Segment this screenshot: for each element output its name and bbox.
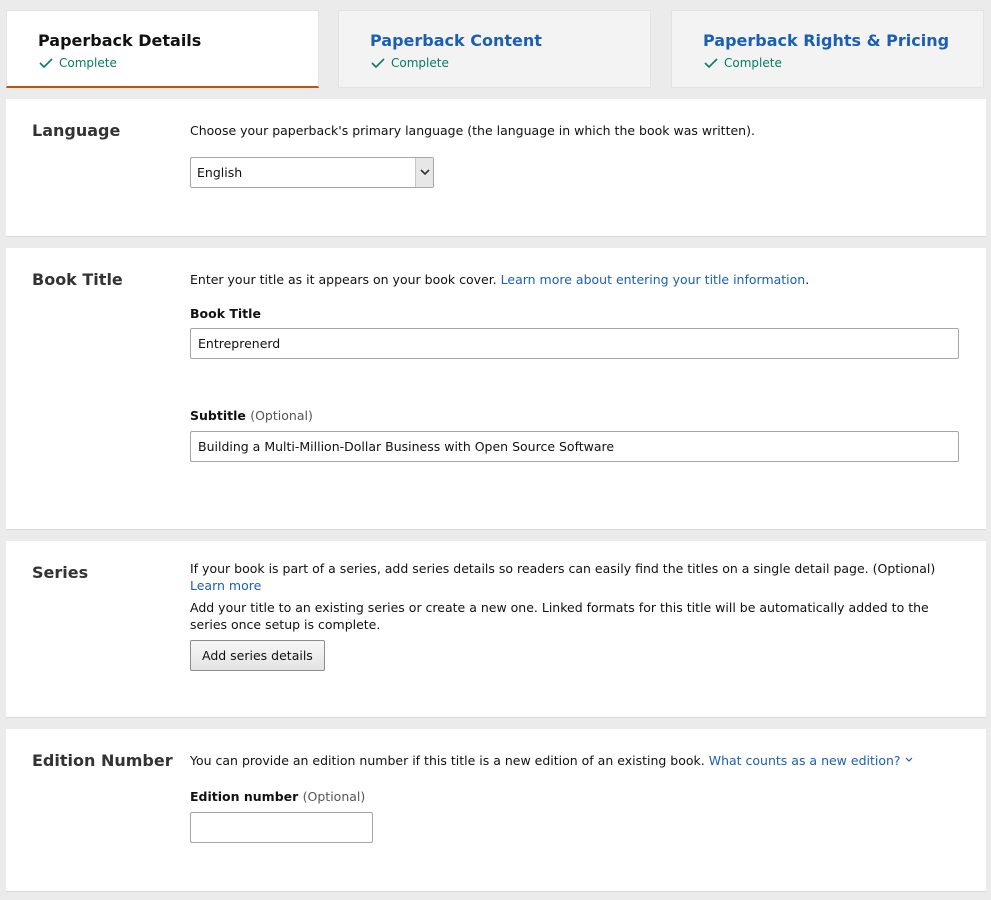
series-description-2: Add your title to an existing series or … [190,600,929,632]
tab-status: Complete [39,56,117,70]
section-title: Language [32,121,121,140]
new-edition-help-link[interactable]: What counts as a new edition? [709,753,913,768]
section-title: Series [32,563,89,582]
edition-description-text: You can provide an edition number if thi… [190,753,705,768]
new-edition-help-text: What counts as a new edition? [708,753,901,768]
tab-status-text: Complete [391,56,449,70]
tab-title: Paperback Rights & Pricing [703,31,950,50]
subtitle-input[interactable]: Building a Multi-Million-Dollar Business… [190,431,959,462]
tab-status-text: Complete [59,56,117,70]
subtitle-label-text: Subtitle [190,408,246,423]
tab-status: Complete [704,56,782,70]
tab-title: Paperback Content [370,31,542,50]
checkmark-icon [704,58,718,68]
chevron-down-icon [905,757,912,762]
edition-label-text: Edition number [190,789,299,804]
series-description: If your book is part of a series, add se… [190,560,960,594]
book-title-description-end: . [805,272,810,287]
section-title: Book Title [32,270,123,289]
chevron-down-icon [415,158,433,187]
section-title: Edition Number [32,751,173,770]
edition-label: Edition number (Optional) [190,789,365,804]
learn-more-title-link[interactable]: Learn more about entering your title inf… [501,272,806,287]
tab-paperback-details[interactable]: Paperback Details Complete [6,10,319,88]
tab-title: Paperback Details [38,31,202,50]
subtitle-optional: (Optional) [250,408,313,423]
book-title-label: Book Title [190,306,261,321]
series-section: Series If your book is part of a series,… [6,541,986,718]
book-title-description-text: Enter your title as it appears on your b… [190,272,497,287]
edition-number-input[interactable] [190,812,373,843]
series-description-text: If your book is part of a series, add se… [190,561,936,576]
language-select-value: English [197,165,243,180]
book-title-input[interactable]: Entreprenerd [190,328,959,359]
book-title-description: Enter your title as it appears on your b… [190,271,960,288]
series-learn-more-link[interactable]: Learn more [190,578,261,593]
checkmark-icon [39,58,53,68]
step-tabs: Paperback Details Complete Paperback Con… [6,10,985,88]
tab-paperback-rights-pricing[interactable]: Paperback Rights & Pricing Complete [671,10,984,88]
edition-description: You can provide an edition number if thi… [190,752,960,769]
tab-status: Complete [371,56,449,70]
checkmark-icon [371,58,385,68]
edition-optional: (Optional) [302,789,366,804]
tab-paperback-content[interactable]: Paperback Content Complete [338,10,651,88]
language-section: Language Choose your paperback's primary… [6,99,986,237]
add-series-details-button[interactable]: Add series details [190,640,325,671]
edition-number-section: Edition Number You can provide an editio… [6,729,986,892]
book-title-section: Book Title Enter your title as it appear… [6,248,986,530]
subtitle-label: Subtitle (Optional) [190,408,313,423]
tab-status-text: Complete [724,56,782,70]
language-description: Choose your paperback's primary language… [190,123,755,138]
language-select[interactable]: English [190,157,434,188]
